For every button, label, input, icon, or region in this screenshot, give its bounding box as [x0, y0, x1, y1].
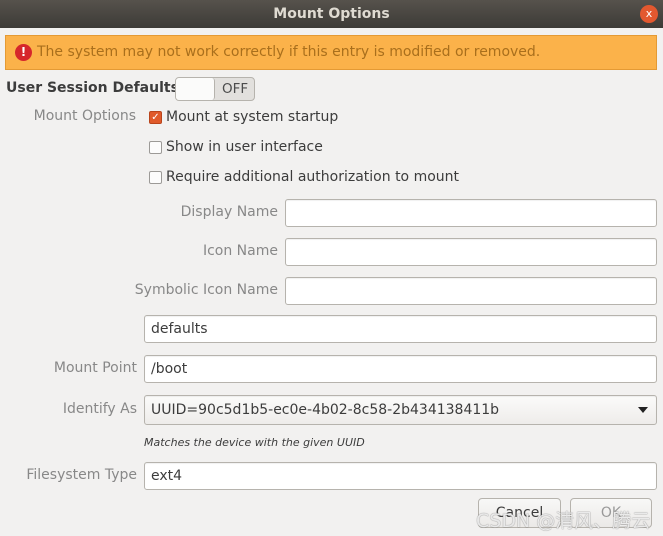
warning-text: The system may not work correctly if thi… [37, 44, 541, 60]
window-title: Mount Options [273, 6, 390, 22]
user-session-toggle[interactable]: OFF [175, 77, 255, 101]
display-name-input[interactable] [285, 199, 657, 227]
toggle-knob[interactable] [176, 78, 215, 100]
symbolic-icon-name-input[interactable] [285, 277, 657, 305]
title-bar: Mount Options [0, 0, 663, 28]
error-icon: ! [15, 44, 32, 61]
filesystem-type-label: Filesystem Type [26, 467, 137, 483]
toggle-state: OFF [222, 81, 249, 97]
chevron-down-icon [638, 407, 648, 413]
filesystem-type-input[interactable]: ext4 [144, 462, 657, 490]
checkbox-label[interactable]: Require additional authorization to moun… [166, 169, 459, 185]
symbolic-icon-name-label: Symbolic Icon Name [134, 282, 278, 298]
display-name-label: Display Name [180, 204, 278, 220]
mount-options-input[interactable]: defaults [144, 315, 657, 343]
identify-as-dropdown[interactable]: UUID=90c5d1b5-ec0e-4b02-8c58-2b434138411… [144, 395, 657, 425]
checkbox-mount-startup[interactable]: ✓ [149, 111, 162, 124]
identify-as-value: UUID=90c5d1b5-ec0e-4b02-8c58-2b434138411… [151, 402, 500, 418]
close-button[interactable]: x [640, 5, 658, 23]
identify-as-label: Identify As [62, 401, 137, 417]
identify-as-hint: Matches the device with the given UUID [144, 436, 365, 449]
checkbox-label[interactable]: Mount at system startup [166, 109, 338, 125]
mount-point-input[interactable]: /boot [144, 355, 657, 383]
checkbox-require-auth[interactable] [149, 171, 162, 184]
mount-point-label: Mount Point [53, 360, 137, 376]
checkbox-label[interactable]: Show in user interface [166, 139, 323, 155]
icon-name-label: Icon Name [202, 243, 278, 259]
icon-name-input[interactable] [285, 238, 657, 266]
checkbox-show-ui[interactable] [149, 141, 162, 154]
mount-options-label: Mount Options [33, 108, 136, 124]
warning-bar: ! The system may not work correctly if t… [5, 35, 657, 70]
watermark: CSDN @清风、腾云 [476, 510, 651, 532]
user-session-label: User Session Defaults [6, 80, 179, 96]
